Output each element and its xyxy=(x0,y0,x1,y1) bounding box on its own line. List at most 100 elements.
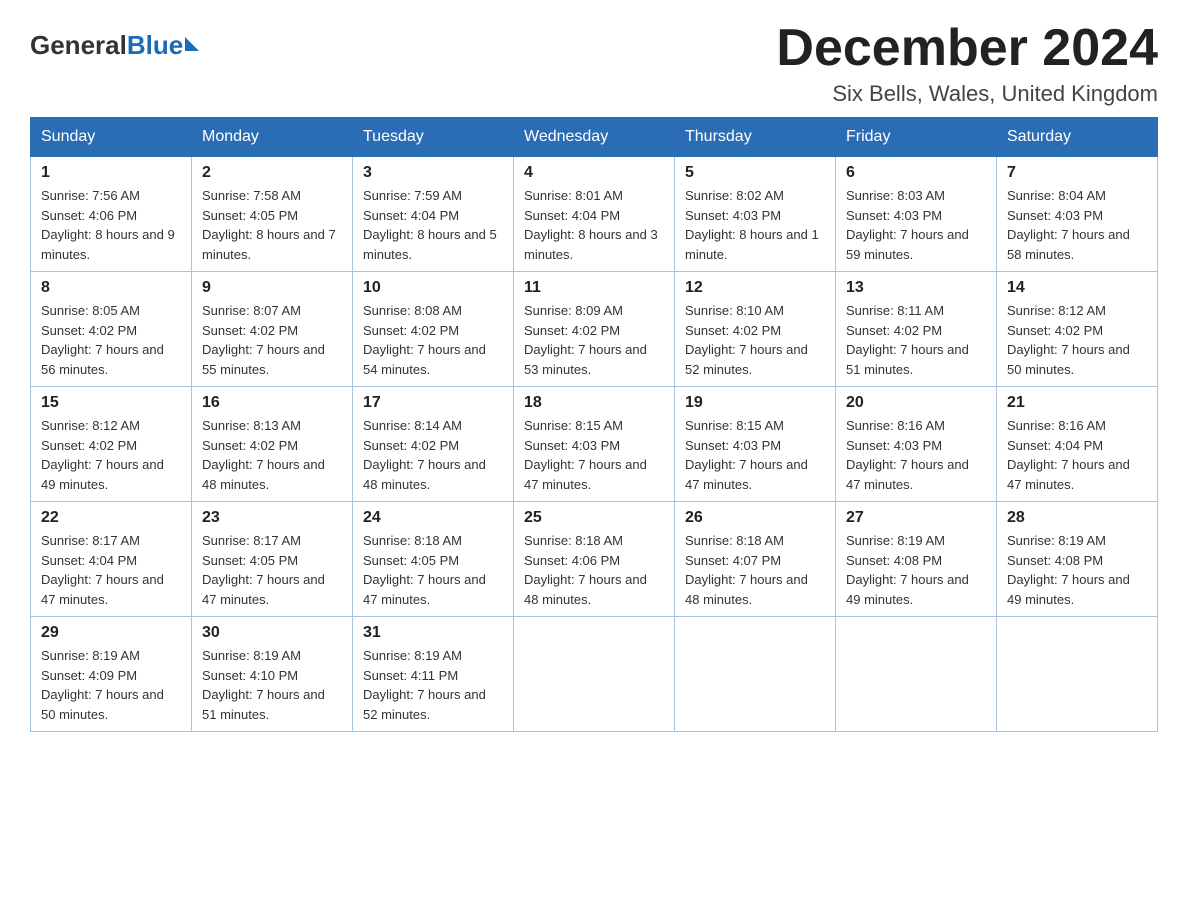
day-info: Sunrise: 8:13 AMSunset: 4:02 PMDaylight:… xyxy=(202,416,342,494)
day-number: 22 xyxy=(41,509,181,527)
day-info: Sunrise: 8:17 AMSunset: 4:04 PMDaylight:… xyxy=(41,531,181,609)
day-number: 7 xyxy=(1007,164,1147,182)
day-number: 1 xyxy=(41,164,181,182)
header-saturday: Saturday xyxy=(997,118,1158,157)
day-info: Sunrise: 8:18 AMSunset: 4:05 PMDaylight:… xyxy=(363,531,503,609)
calendar-day-cell: 12 Sunrise: 8:10 AMSunset: 4:02 PMDayligh… xyxy=(675,272,836,387)
day-info: Sunrise: 8:10 AMSunset: 4:02 PMDaylight:… xyxy=(685,301,825,379)
calendar-title-area: December 2024 Six Bells, Wales, United K… xyxy=(776,20,1158,107)
day-info: Sunrise: 8:12 AMSunset: 4:02 PMDaylight:… xyxy=(1007,301,1147,379)
day-number: 28 xyxy=(1007,509,1147,527)
day-info: Sunrise: 8:19 AMSunset: 4:08 PMDaylight:… xyxy=(846,531,986,609)
header-monday: Monday xyxy=(192,118,353,157)
calendar-day-cell: 16 Sunrise: 8:13 AMSunset: 4:02 PMDayligh… xyxy=(192,387,353,502)
day-info: Sunrise: 8:16 AMSunset: 4:03 PMDaylight:… xyxy=(846,416,986,494)
calendar-day-cell: 24 Sunrise: 8:18 AMSunset: 4:05 PMDayligh… xyxy=(353,502,514,617)
day-number: 5 xyxy=(685,164,825,182)
day-number: 4 xyxy=(524,164,664,182)
day-number: 24 xyxy=(363,509,503,527)
calendar-week-row: 29 Sunrise: 8:19 AMSunset: 4:09 PMDayligh… xyxy=(31,617,1158,732)
logo-triangle-icon xyxy=(185,37,199,51)
day-info: Sunrise: 8:11 AMSunset: 4:02 PMDaylight:… xyxy=(846,301,986,379)
logo-general-text: General xyxy=(30,30,127,61)
day-info: Sunrise: 8:12 AMSunset: 4:02 PMDaylight:… xyxy=(41,416,181,494)
day-info: Sunrise: 8:02 AMSunset: 4:03 PMDaylight:… xyxy=(685,186,825,264)
calendar-day-cell: 27 Sunrise: 8:19 AMSunset: 4:08 PMDayligh… xyxy=(836,502,997,617)
calendar-day-cell: 5 Sunrise: 8:02 AMSunset: 4:03 PMDaylight… xyxy=(675,157,836,272)
day-info: Sunrise: 8:03 AMSunset: 4:03 PMDaylight:… xyxy=(846,186,986,264)
header-wednesday: Wednesday xyxy=(514,118,675,157)
day-info: Sunrise: 8:09 AMSunset: 4:02 PMDaylight:… xyxy=(524,301,664,379)
calendar-day-cell xyxy=(997,617,1158,732)
day-info: Sunrise: 8:01 AMSunset: 4:04 PMDaylight:… xyxy=(524,186,664,264)
day-info: Sunrise: 8:18 AMSunset: 4:06 PMDaylight:… xyxy=(524,531,664,609)
day-info: Sunrise: 8:19 AMSunset: 4:09 PMDaylight:… xyxy=(41,646,181,724)
day-info: Sunrise: 8:19 AMSunset: 4:10 PMDaylight:… xyxy=(202,646,342,724)
day-number: 30 xyxy=(202,624,342,642)
day-info: Sunrise: 8:15 AMSunset: 4:03 PMDaylight:… xyxy=(685,416,825,494)
day-info: Sunrise: 8:19 AMSunset: 4:11 PMDaylight:… xyxy=(363,646,503,724)
calendar-day-cell xyxy=(514,617,675,732)
calendar-day-cell: 10 Sunrise: 8:08 AMSunset: 4:02 PMDayligh… xyxy=(353,272,514,387)
day-number: 10 xyxy=(363,279,503,297)
day-number: 8 xyxy=(41,279,181,297)
calendar-table: SundayMondayTuesdayWednesdayThursdayFrid… xyxy=(30,117,1158,732)
day-number: 27 xyxy=(846,509,986,527)
day-number: 11 xyxy=(524,279,664,297)
day-info: Sunrise: 8:05 AMSunset: 4:02 PMDaylight:… xyxy=(41,301,181,379)
calendar-day-cell: 1Sunrise: 7:56 AMSunset: 4:06 PMDaylight… xyxy=(31,157,192,272)
day-number: 23 xyxy=(202,509,342,527)
day-info: Sunrise: 8:16 AMSunset: 4:04 PMDaylight:… xyxy=(1007,416,1147,494)
calendar-day-cell xyxy=(836,617,997,732)
day-number: 14 xyxy=(1007,279,1147,297)
day-info: Sunrise: 7:58 AMSunset: 4:05 PMDaylight:… xyxy=(202,186,342,264)
calendar-day-cell: 21 Sunrise: 8:16 AMSunset: 4:04 PMDayligh… xyxy=(997,387,1158,502)
day-number: 15 xyxy=(41,394,181,412)
day-number: 17 xyxy=(363,394,503,412)
header-tuesday: Tuesday xyxy=(353,118,514,157)
page-header: General Blue December 2024 Six Bells, Wa… xyxy=(30,20,1158,107)
day-number: 16 xyxy=(202,394,342,412)
logo-blue-text: Blue xyxy=(127,30,183,61)
day-number: 20 xyxy=(846,394,986,412)
calendar-day-cell: 20 Sunrise: 8:16 AMSunset: 4:03 PMDayligh… xyxy=(836,387,997,502)
day-info: Sunrise: 8:15 AMSunset: 4:03 PMDaylight:… xyxy=(524,416,664,494)
day-info: Sunrise: 8:18 AMSunset: 4:07 PMDaylight:… xyxy=(685,531,825,609)
calendar-day-cell: 4 Sunrise: 8:01 AMSunset: 4:04 PMDaylight… xyxy=(514,157,675,272)
calendar-week-row: 8 Sunrise: 8:05 AMSunset: 4:02 PMDaylight… xyxy=(31,272,1158,387)
calendar-day-cell: 25Sunrise: 8:18 AMSunset: 4:06 PMDayligh… xyxy=(514,502,675,617)
location-subtitle: Six Bells, Wales, United Kingdom xyxy=(776,81,1158,107)
header-friday: Friday xyxy=(836,118,997,157)
day-number: 18 xyxy=(524,394,664,412)
calendar-day-cell: 28Sunrise: 8:19 AMSunset: 4:08 PMDayligh… xyxy=(997,502,1158,617)
calendar-day-cell: 26 Sunrise: 8:18 AMSunset: 4:07 PMDayligh… xyxy=(675,502,836,617)
day-info: Sunrise: 7:59 AMSunset: 4:04 PMDaylight:… xyxy=(363,186,503,264)
calendar-day-cell: 11 Sunrise: 8:09 AMSunset: 4:02 PMDayligh… xyxy=(514,272,675,387)
calendar-day-cell: 17 Sunrise: 8:14 AMSunset: 4:02 PMDayligh… xyxy=(353,387,514,502)
day-info: Sunrise: 8:08 AMSunset: 4:02 PMDaylight:… xyxy=(363,301,503,379)
calendar-week-row: 15 Sunrise: 8:12 AMSunset: 4:02 PMDayligh… xyxy=(31,387,1158,502)
calendar-day-cell: 30 Sunrise: 8:19 AMSunset: 4:10 PMDayligh… xyxy=(192,617,353,732)
calendar-week-row: 1Sunrise: 7:56 AMSunset: 4:06 PMDaylight… xyxy=(31,157,1158,272)
day-info: Sunrise: 8:04 AMSunset: 4:03 PMDaylight:… xyxy=(1007,186,1147,264)
calendar-day-cell: 7 Sunrise: 8:04 AMSunset: 4:03 PMDaylight… xyxy=(997,157,1158,272)
calendar-day-cell: 23Sunrise: 8:17 AMSunset: 4:05 PMDayligh… xyxy=(192,502,353,617)
day-info: Sunrise: 8:14 AMSunset: 4:02 PMDaylight:… xyxy=(363,416,503,494)
day-number: 12 xyxy=(685,279,825,297)
day-number: 13 xyxy=(846,279,986,297)
calendar-day-cell: 9Sunrise: 8:07 AMSunset: 4:02 PMDaylight… xyxy=(192,272,353,387)
calendar-week-row: 22 Sunrise: 8:17 AMSunset: 4:04 PMDayligh… xyxy=(31,502,1158,617)
calendar-day-cell: 29 Sunrise: 8:19 AMSunset: 4:09 PMDayligh… xyxy=(31,617,192,732)
calendar-day-cell: 2Sunrise: 7:58 AMSunset: 4:05 PMDaylight… xyxy=(192,157,353,272)
calendar-day-cell: 13 Sunrise: 8:11 AMSunset: 4:02 PMDayligh… xyxy=(836,272,997,387)
day-number: 21 xyxy=(1007,394,1147,412)
day-number: 29 xyxy=(41,624,181,642)
day-number: 26 xyxy=(685,509,825,527)
day-number: 6 xyxy=(846,164,986,182)
calendar-day-cell: 8 Sunrise: 8:05 AMSunset: 4:02 PMDaylight… xyxy=(31,272,192,387)
day-number: 9 xyxy=(202,279,342,297)
calendar-day-cell: 19 Sunrise: 8:15 AMSunset: 4:03 PMDayligh… xyxy=(675,387,836,502)
day-number: 19 xyxy=(685,394,825,412)
header-thursday: Thursday xyxy=(675,118,836,157)
day-number: 31 xyxy=(363,624,503,642)
